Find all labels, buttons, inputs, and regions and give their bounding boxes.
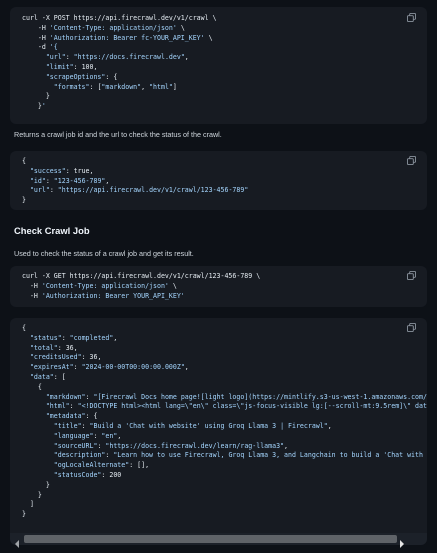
code-line: "ogLocaleAlternate": [],	[53, 461, 150, 470]
code-line: -H 'Content-Type: application/json' \	[22, 23, 185, 32]
code-line: curl -X GET https://api.firecrawl.dev/v1…	[22, 272, 261, 280]
code-line: -H 'Authorization: Bearer fc-YOUR_API_KE…	[22, 33, 213, 42]
code-line: "sourceURL": "https://docs.firecrawl.dev…	[53, 441, 289, 450]
check-crawl-job-heading: Check Crawl Job	[14, 225, 90, 236]
code-line: {	[22, 324, 26, 332]
code-line: -H 'Content-Type: application/json' \	[22, 281, 177, 290]
scrollbar-thumb[interactable]	[24, 535, 397, 543]
code-line: "scrapeOptions": {	[45, 72, 118, 81]
status-response-code-block: { "status": "completed", "total": 36, "c…	[10, 318, 427, 533]
code-line: "expiresAt": "2024-00-00T00:00:00.000Z",	[29, 363, 189, 372]
code-line: -d '{	[22, 43, 58, 52]
code-line: curl -X POST https://api.firecrawl.dev/v…	[22, 14, 217, 22]
code-line: }	[22, 490, 42, 499]
code-text: { "status": "completed", "total": 36, "c…	[10, 318, 427, 520]
check-crawl-job-description: Used to check the status of a crawl job …	[14, 249, 194, 258]
code-line: "url": "https://docs.firecrawl.dev",	[45, 53, 189, 62]
scroll-right-arrow-icon[interactable]	[399, 535, 405, 548]
code-line: "success": true,	[29, 166, 94, 175]
code-line: "statusCode": 200	[53, 470, 122, 479]
crawl-request-code-block: curl -X POST https://api.firecrawl.dev/v…	[10, 7, 427, 124]
copy-icon[interactable]	[407, 156, 416, 165]
horizontal-scrollbar[interactable]	[10, 533, 427, 548]
code-line: ]	[22, 500, 34, 509]
code-line: "id": "123-456-789",	[29, 176, 110, 185]
code-line: "limit": 100,	[45, 62, 98, 71]
code-line: "total": 36,	[29, 343, 78, 352]
status-request-code-block: curl -X GET https://api.firecrawl.dev/v1…	[10, 266, 427, 307]
code-line: -H 'Authorization: Bearer YOUR_API_KEY'	[22, 291, 185, 300]
code-line: "description": "Learn how to use Firecra…	[53, 451, 427, 460]
scroll-left-arrow-icon[interactable]	[14, 535, 20, 548]
code-line: }	[22, 480, 50, 489]
code-text: curl -X GET https://api.firecrawl.dev/v1…	[10, 266, 427, 301]
code-line: "creditsUsed": 36,	[29, 353, 102, 362]
crawl-response-code-block: { "success": true, "id": "123-456-789", …	[10, 151, 427, 210]
code-line: "metadata": {	[45, 412, 98, 421]
code-line: "data": [	[29, 372, 66, 381]
copy-icon[interactable]	[407, 271, 416, 280]
code-line: }	[22, 196, 26, 205]
crawl-returns-text: Returns a crawl job id and the url to ch…	[14, 130, 222, 139]
copy-icon[interactable]	[407, 323, 416, 332]
code-line: }'	[22, 102, 46, 111]
copy-icon[interactable]	[407, 13, 416, 22]
code-line: }	[22, 92, 50, 101]
code-line: "title": "Build a 'Chat with website' us…	[53, 421, 332, 430]
code-line: "markdown": "[Firecrawl Docs home page![…	[45, 392, 427, 401]
code-line: {	[22, 157, 26, 165]
code-line: "formats": ["markdown", "html"]	[53, 82, 177, 91]
code-line: }	[22, 510, 26, 519]
code-text: { "success": true, "id": "123-456-789", …	[10, 151, 427, 206]
code-text: curl -X POST https://api.firecrawl.dev/v…	[10, 7, 427, 112]
code-line: {	[22, 382, 42, 391]
code-line: "language": "en",	[53, 431, 122, 440]
code-line: "status": "completed",	[29, 333, 118, 342]
code-line: "url": "https://api.firecrawl.dev/v1/cra…	[29, 186, 249, 195]
code-line: "html": "<!DOCTYPE html><html lang=\"en\…	[45, 402, 427, 411]
